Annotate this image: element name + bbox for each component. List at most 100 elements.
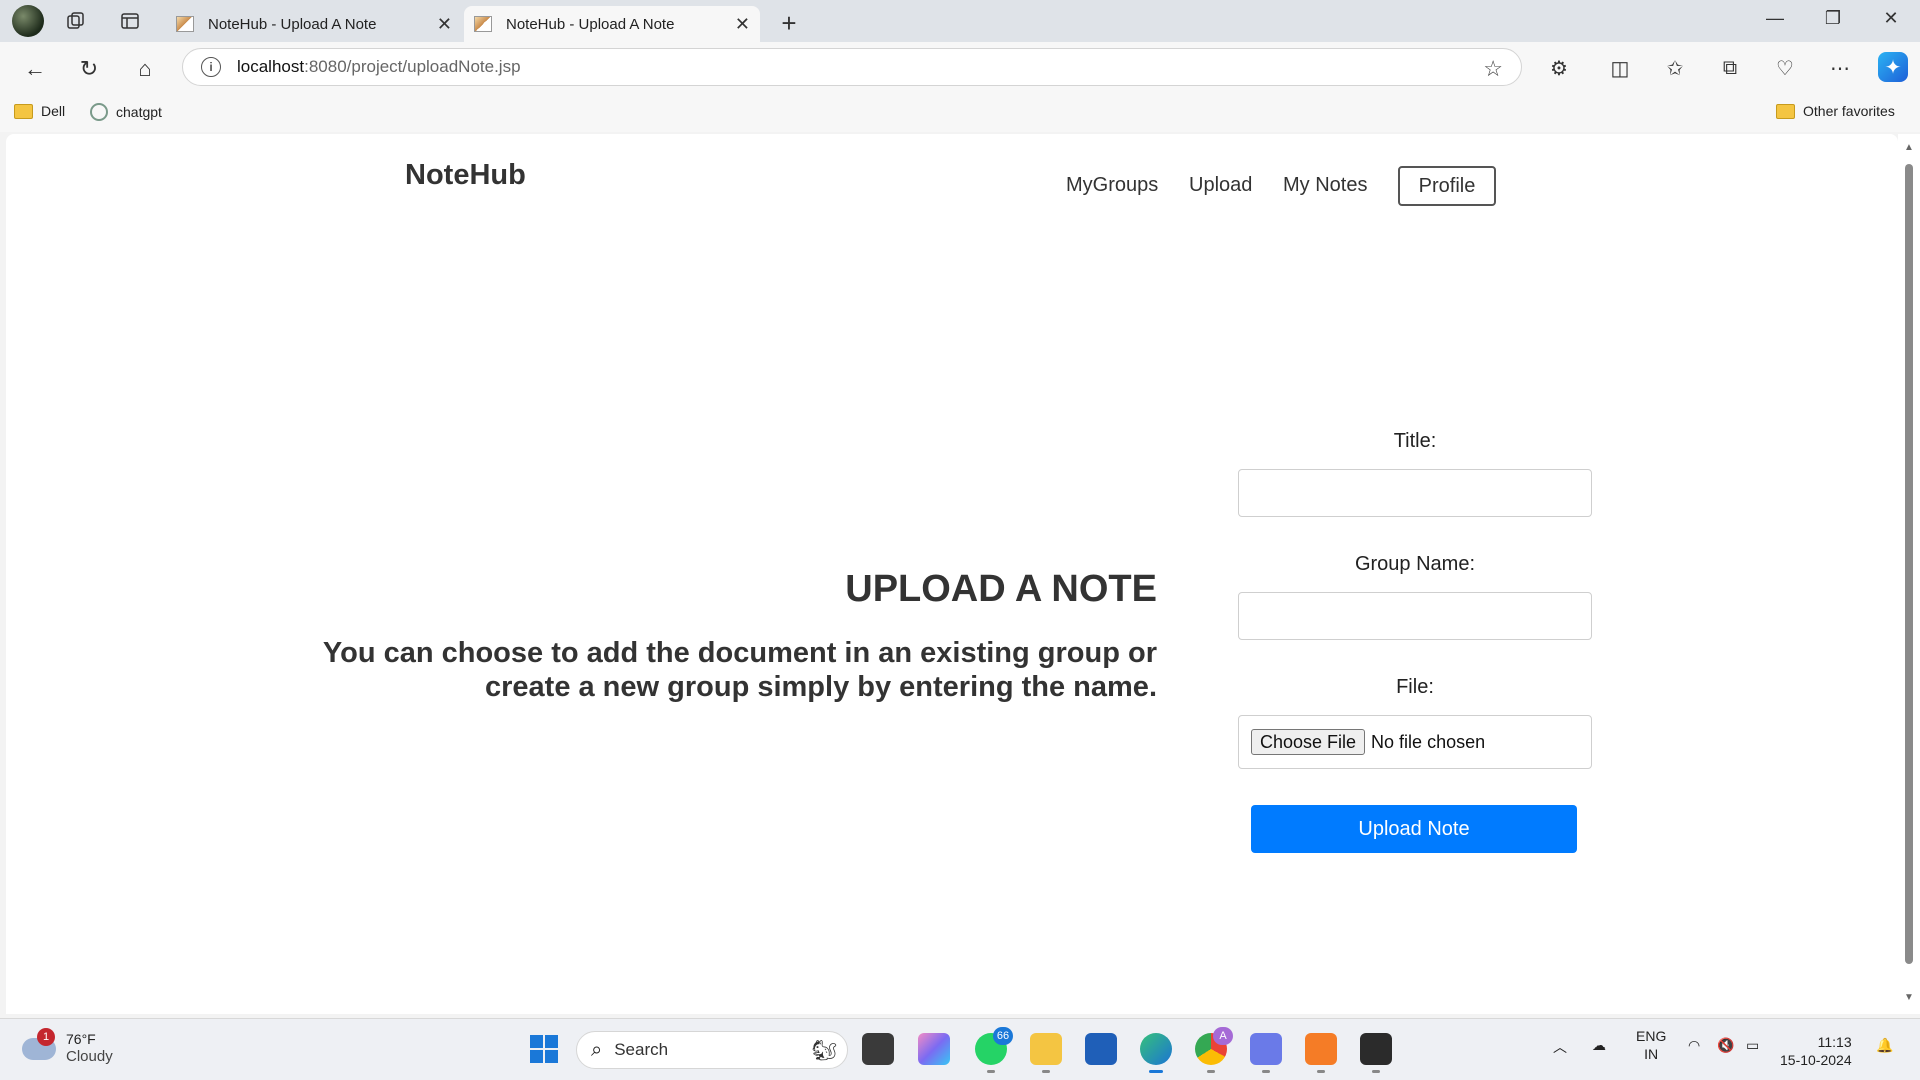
other-favorites[interactable]: Other favorites [1776, 103, 1895, 119]
tray-overflow-chevron-icon[interactable]: ︿ [1553, 1037, 1567, 1057]
more-menu-icon[interactable]: ⋯ [1824, 52, 1856, 84]
microsoft-store-icon[interactable] [1085, 1033, 1117, 1065]
notification-bell-icon[interactable]: 🔔 [1876, 1037, 1893, 1054]
refresh-icon[interactable]: ↻ [74, 54, 104, 84]
weather-badge: 1 [37, 1027, 55, 1046]
copilot-app-icon[interactable] [918, 1033, 950, 1065]
close-icon[interactable]: ✕ [735, 14, 750, 35]
windows-logo-icon [530, 1035, 558, 1063]
favorites-bar: Dell chatgpt Other favorites [0, 94, 1920, 132]
onedrive-icon[interactable]: ☁ [1592, 1037, 1606, 1054]
notehub-favicon-icon [474, 16, 492, 32]
copilot-icon[interactable]: ✦ [1878, 52, 1908, 82]
running-indicator [1372, 1070, 1380, 1073]
profile-button[interactable]: Profile [1398, 166, 1496, 206]
site-logo[interactable]: NoteHub [405, 159, 526, 192]
volume-muted-icon[interactable]: 🔇 [1717, 1037, 1734, 1054]
taskbar-clock[interactable]: 11:13 15-10-2024 [1780, 1033, 1852, 1069]
notehub-favicon-icon [176, 16, 194, 32]
nav-link-upload[interactable]: Upload [1189, 174, 1252, 197]
browser-essentials-icon[interactable]: ♡ [1769, 52, 1801, 84]
title-input[interactable] [1238, 469, 1592, 517]
terminal-icon[interactable] [1360, 1033, 1392, 1073]
language-indicator[interactable]: ENG IN [1636, 1027, 1666, 1063]
tab-title: NoteHub - Upload A Note [506, 15, 675, 33]
scroll-down-arrow-icon[interactable]: ▼ [1904, 992, 1914, 1003]
browser-profile-avatar[interactable] [12, 5, 44, 37]
url-path: :8080/project/uploadNote.jsp [304, 57, 521, 76]
group-name-label: Group Name: [1354, 553, 1476, 575]
nav-link-mygroups[interactable]: MyGroups [1066, 174, 1158, 197]
favorites-icon[interactable]: ✩ [1659, 52, 1691, 84]
home-icon[interactable]: ⌂ [130, 54, 160, 84]
clock-date: 15-10-2024 [1780, 1052, 1852, 1068]
close-window-button[interactable]: ✕ [1876, 8, 1906, 29]
favorite-label: Dell [41, 103, 66, 119]
chrome-profile-badge: A [1213, 1027, 1233, 1045]
file-status-text: No file chosen [1371, 731, 1486, 752]
upload-note-button[interactable]: Upload Note [1251, 805, 1577, 853]
file-input[interactable]: Choose File No file chosen [1238, 715, 1592, 769]
title-label: Title: [1393, 430, 1437, 452]
edge-icon[interactable] [1140, 1033, 1172, 1073]
split-screen-icon[interactable]: ◫ [1604, 52, 1636, 84]
choose-file-button[interactable]: Choose File [1251, 729, 1366, 755]
favorite-dell[interactable]: Dell [14, 103, 65, 119]
page-title: UPLOAD A NOTE [845, 568, 1157, 610]
search-icon: ⌕ [591, 1038, 603, 1061]
running-indicator [1149, 1070, 1163, 1073]
page-description: You can choose to add the document in an… [322, 637, 1157, 703]
weather-condition: Cloudy [66, 1048, 113, 1065]
whatsapp-icon[interactable]: 66 [975, 1027, 1013, 1073]
browser-tab-bar: NoteHub - Upload A Note ✕ NoteHub - Uplo… [0, 0, 1920, 42]
page-scrollbar[interactable]: ▲ ▼ [1898, 134, 1920, 1014]
xampp-icon[interactable] [1305, 1033, 1337, 1073]
minimize-button[interactable]: — [1760, 8, 1790, 29]
tab-notehub-1[interactable]: NoteHub - Upload A Note ✕ [166, 6, 462, 42]
favorite-chatgpt[interactable]: chatgpt [90, 103, 162, 121]
extensions-icon[interactable]: ⚙ [1543, 52, 1575, 84]
tab-title: NoteHub - Upload A Note [208, 15, 377, 33]
running-indicator [1042, 1070, 1050, 1073]
close-icon[interactable]: ✕ [437, 14, 452, 35]
restore-button[interactable]: ❐ [1818, 8, 1848, 29]
folder-icon [1776, 103, 1795, 119]
windows-taskbar: 1 76°F Cloudy ⌕ Search 🐿 66 A ︿ ☁ ENG IN… [0, 1018, 1920, 1080]
address-bar[interactable]: i localhost:8080/project/uploadNote.jsp … [182, 48, 1522, 86]
favorite-label: chatgpt [116, 104, 162, 120]
running-indicator [1262, 1070, 1270, 1073]
chrome-icon[interactable]: A [1195, 1027, 1233, 1073]
start-button[interactable] [528, 1033, 560, 1065]
weather-widget[interactable]: 1 76°F Cloudy [22, 1027, 113, 1066]
vertical-tabs-icon[interactable] [116, 7, 144, 35]
file-explorer-icon[interactable] [1030, 1033, 1062, 1073]
site-info-icon[interactable]: i [201, 57, 221, 77]
file-label: File: [1396, 676, 1434, 698]
taskbar-search[interactable]: ⌕ Search 🐿 [576, 1031, 848, 1069]
cloud-icon: 1 [22, 1027, 56, 1060]
page-viewport: NoteHub MyGroups Upload My Notes Profile… [6, 134, 1898, 1014]
upload-note-form: Title: Group Name: File: Choose File No … [1238, 430, 1592, 853]
language-line1: ENG [1636, 1028, 1667, 1044]
folder-icon [14, 103, 33, 119]
scroll-thumb[interactable] [1905, 164, 1913, 964]
collections-icon[interactable]: ⧉ [1714, 52, 1746, 84]
other-favorites-label: Other favorites [1803, 103, 1895, 119]
tab-notehub-2[interactable]: NoteHub - Upload A Note ✕ [464, 6, 760, 42]
wifi-icon[interactable]: ◠ [1688, 1037, 1700, 1054]
favorite-star-icon[interactable]: ☆ [1483, 56, 1503, 82]
battery-icon[interactable]: ▭ [1746, 1037, 1759, 1054]
running-indicator [987, 1070, 995, 1073]
group-name-input[interactable] [1238, 592, 1592, 640]
browser-toolbar: ← ↻ ⌂ i localhost:8080/project/uploadNot… [0, 42, 1920, 94]
search-highlight-icon: 🐿 [811, 1039, 837, 1062]
task-view-icon[interactable] [862, 1033, 894, 1065]
back-arrow-icon[interactable]: ← [20, 54, 50, 84]
nav-link-my-notes[interactable]: My Notes [1283, 174, 1367, 197]
dev-app-icon[interactable] [1250, 1033, 1282, 1073]
running-indicator [1207, 1070, 1215, 1073]
scroll-up-arrow-icon[interactable]: ▲ [1904, 142, 1914, 153]
new-tab-button[interactable]: + [776, 8, 802, 39]
url-host: localhost [237, 57, 305, 76]
workspaces-icon[interactable] [62, 7, 90, 35]
